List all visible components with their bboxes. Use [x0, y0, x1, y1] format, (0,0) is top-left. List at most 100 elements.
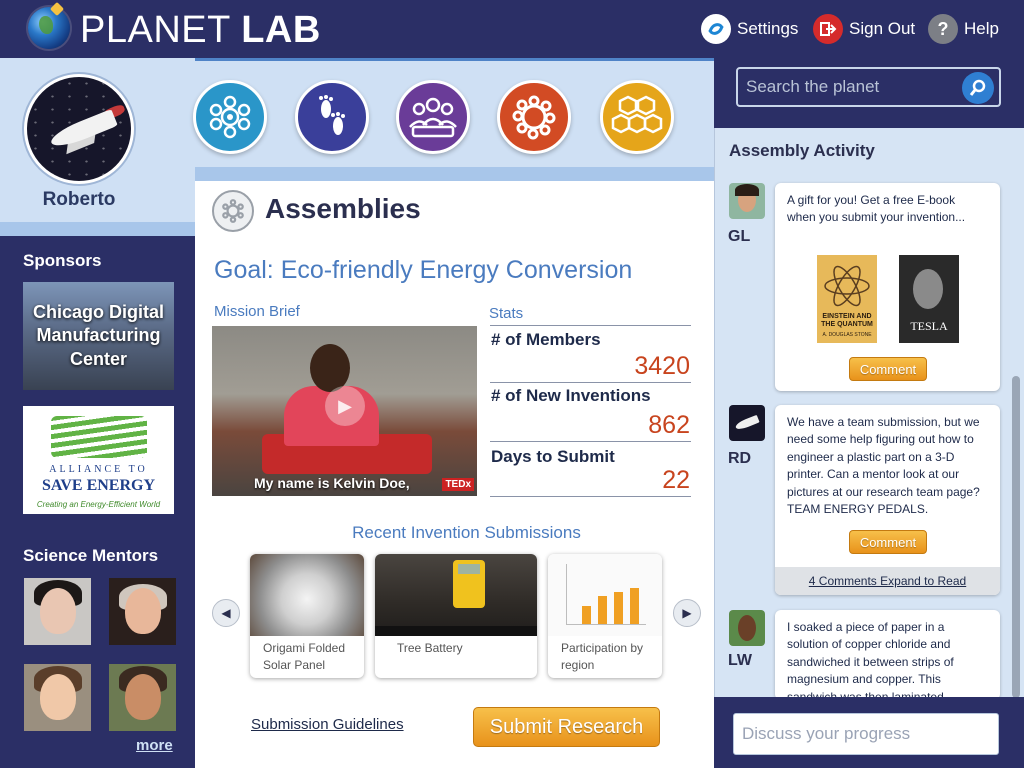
sponsor-alliance-save-energy[interactable]: ALLIANCE TO SAVE ENERGY Creating an Ener…: [23, 406, 174, 514]
honeycomb-icon: [611, 95, 663, 134]
avatar-face: [738, 615, 756, 641]
post-initials: LW: [728, 652, 752, 669]
sponsors-heading: Sponsors: [23, 251, 102, 270]
submit-research-button[interactable]: Submit Research: [473, 707, 660, 747]
post-avatar-rd[interactable]: [729, 405, 765, 441]
mission-brief-video[interactable]: ▶ My name is Kelvin Doe, TEDx: [212, 326, 477, 496]
activity-post-2: We have a team submission, but we need s…: [775, 405, 1000, 595]
sponsor-chicago-label: Chicago Digital Manufacturing Center: [32, 302, 164, 369]
mentor-avatar-3[interactable]: [24, 664, 91, 731]
mini-chart-bar: [598, 596, 607, 624]
assembly-activity-title: Assembly Activity: [729, 141, 875, 160]
stat-inventions-value: 862: [648, 411, 690, 439]
alliance-logo-line2: SAVE ENERGY: [41, 477, 156, 494]
stat-inventions-label: # of New Inventions: [491, 386, 651, 405]
category-network-button[interactable]: [193, 80, 267, 154]
post-initials: GL: [728, 228, 751, 245]
profile-panel-edge: [0, 222, 195, 236]
page-title: Assemblies: [265, 193, 421, 224]
post-avatar-lw[interactable]: [729, 610, 765, 646]
stat-days-value: 22: [662, 466, 690, 494]
sign-out-link[interactable]: Sign Out: [813, 14, 915, 44]
post-avatar-gl[interactable]: [729, 183, 765, 219]
stats-divider: [490, 496, 691, 497]
expand-comments-link[interactable]: 4 Comments Expand to Read: [775, 567, 1000, 595]
submission-card-participation[interactable]: Participation by region: [548, 554, 662, 678]
sponsor-chicago-digital[interactable]: Chicago Digital Manufacturing Center: [23, 282, 174, 390]
book-einstein-quantum[interactable]: EINSTEIN AND THE QUANTUM A. DOUGLAS STON…: [817, 255, 877, 343]
shuttle-icon: [734, 414, 760, 432]
planet-logo-icon: [28, 7, 70, 49]
settings-icon: [701, 14, 731, 44]
book-author: A. DOUGLAS STONE: [822, 332, 872, 338]
book-tesla[interactable]: TESLA: [899, 255, 959, 343]
ring-icon: [512, 95, 556, 140]
settings-link[interactable]: Settings: [701, 14, 798, 44]
carousel-next-button[interactable]: ▶: [673, 599, 701, 627]
stats-label: Stats: [489, 305, 524, 322]
mini-chart-bar: [582, 606, 591, 624]
submission-label-line1: Participation by: [561, 641, 644, 655]
tree-battery-thumbnail: [375, 554, 537, 636]
network-eye-icon: [209, 95, 251, 139]
post-text: I soaked a piece of paper in a solution …: [787, 620, 954, 700]
alliance-logo-line1: ALLIANCE TO: [49, 464, 148, 475]
comment-button[interactable]: Comment: [849, 530, 927, 554]
recent-submissions-title: Recent Invention Submissions: [352, 523, 581, 542]
alliance-logo-tagline: Creating an Energy-Efficient World: [36, 500, 161, 509]
submission-guidelines-link[interactable]: Submission Guidelines: [251, 716, 404, 733]
tedx-badge: TEDx: [442, 478, 474, 491]
book-portrait: [913, 269, 943, 309]
stat-members-label: # of Members: [491, 330, 601, 349]
category-footprints-button[interactable]: [295, 80, 369, 154]
category-ring-button[interactable]: [497, 80, 571, 154]
category-honeycomb-button[interactable]: [600, 80, 674, 154]
chevron-left-icon: ◀: [221, 606, 231, 620]
stats-divider: [490, 441, 691, 442]
book-title: TESLA: [910, 319, 948, 333]
post-text: We have a team submission, but we need s…: [787, 415, 980, 516]
post-initials: RD: [728, 450, 752, 467]
assemblies-icon: [212, 190, 254, 232]
comment-button[interactable]: Comment: [849, 357, 927, 381]
submission-label-line2: region: [561, 657, 595, 672]
video-controls-bar: [375, 626, 537, 636]
settings-label: Settings: [737, 19, 799, 38]
help-link[interactable]: ? Help: [928, 14, 999, 44]
profile-name[interactable]: Roberto: [0, 189, 158, 211]
submission-card-tree-battery[interactable]: Tree Battery: [375, 554, 537, 678]
alliance-waves-logo-icon: [51, 416, 147, 458]
help-label: Help: [964, 19, 999, 38]
mini-chart-axis: [566, 564, 567, 624]
profile-avatar[interactable]: [24, 74, 134, 184]
discuss-input[interactable]: [733, 713, 999, 755]
mentor-avatar-4[interactable]: [109, 664, 176, 731]
play-icon[interactable]: ▶: [325, 386, 365, 426]
submission-card-solar[interactable]: Origami Folded Solar Panel: [250, 554, 364, 678]
mission-brief-label: Mission Brief: [214, 303, 300, 320]
submission-label: Origami Folded Solar Panel: [263, 640, 345, 674]
mentor-avatar-1[interactable]: [24, 578, 91, 645]
mentor-face: [40, 674, 76, 720]
app-title[interactable]: PLANET LAB: [80, 9, 321, 52]
mentor-avatar-2[interactable]: [109, 578, 176, 645]
solar-panel-thumbnail: [250, 554, 364, 636]
multimeter-display: [458, 564, 480, 574]
stats-divider: [490, 382, 691, 383]
submission-label-line1: Origami Folded: [263, 641, 346, 655]
mini-chart-bar: [630, 588, 639, 624]
activity-post-3: I soaked a piece of paper in a solution …: [775, 610, 1000, 700]
mini-chart-baseline: [566, 624, 646, 625]
atom-icon: [824, 265, 870, 307]
more-mentors-link[interactable]: more: [136, 737, 173, 754]
mentor-face: [125, 674, 161, 720]
stat-members-value: 3420: [634, 352, 690, 380]
submission-label: Participation by region: [561, 640, 643, 674]
search-icon[interactable]: [962, 72, 994, 104]
carousel-prev-button[interactable]: ◀: [212, 599, 240, 627]
footprints-icon: [319, 95, 345, 135]
category-group-button[interactable]: [396, 80, 470, 154]
activity-scrollbar[interactable]: [1012, 376, 1020, 698]
stats-divider: [490, 325, 691, 326]
category-band-edge: [195, 167, 714, 181]
